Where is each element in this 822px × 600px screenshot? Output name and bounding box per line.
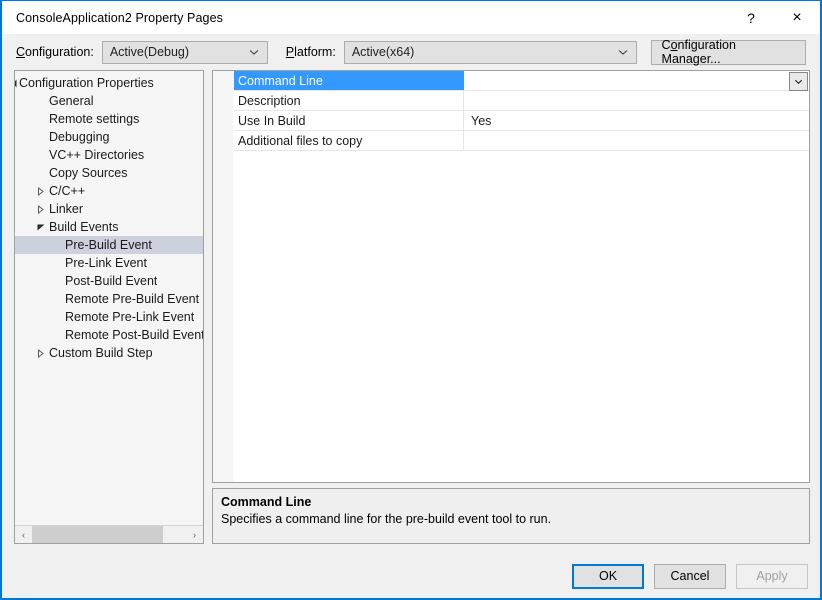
title-bar: ConsoleApplication2 Property Pages ? × (2, 1, 820, 34)
scroll-right-arrow-icon[interactable]: › (186, 526, 203, 543)
tree-item-label: Custom Build Step (49, 346, 153, 360)
tree-item-label: Linker (49, 202, 84, 216)
help-button[interactable]: ? (728, 1, 774, 34)
tree-item-remote-pre-link-event[interactable]: Remote Pre-Link Event (15, 308, 203, 326)
title-bar-buttons: ? × (728, 1, 820, 34)
property-value[interactable]: Yes (464, 111, 809, 130)
chevron-down-icon (794, 79, 803, 85)
chevron-down-icon (618, 47, 628, 57)
property-grid-gutter (213, 71, 234, 482)
property-grid-panel: Command Line Description Use In Build Yes Ad… (212, 70, 810, 483)
tree-item-remote-settings[interactable]: Remote settings (15, 110, 203, 128)
property-value[interactable] (464, 131, 809, 150)
cancel-button[interactable]: Cancel (654, 563, 726, 589)
configuration-bar: Configuration: Active(Debug) Platform: A… (2, 34, 820, 70)
tree-item-label: Copy Sources (49, 166, 128, 180)
property-name[interactable]: Additional files to copy (234, 131, 464, 150)
tree-item-label: VC++ Directories (49, 148, 145, 162)
tree-item-remote-pre-build-event[interactable]: Remote Pre-Build Event (15, 290, 203, 308)
tree-item-pre-link-event[interactable]: Pre-Link Event (15, 254, 203, 272)
expand-arrow-icon[interactable] (33, 204, 49, 214)
tree-item-label: General (49, 94, 94, 108)
dialog-footer: OK Cancel Apply (2, 554, 820, 598)
property-value[interactable] (464, 91, 809, 110)
apply-button[interactable]: Apply (736, 563, 808, 589)
chevron-down-icon (249, 47, 259, 57)
property-row[interactable]: Use In Build Yes (234, 111, 809, 131)
tree-item-linker[interactable]: Linker (15, 200, 203, 218)
tree-item-custom-build-step[interactable]: Custom Build Step (15, 344, 203, 362)
configuration-value: Active(Debug) (109, 45, 190, 59)
tree-item-remote-post-build-event[interactable]: Remote Post-Build Event (15, 326, 203, 344)
property-pages-dialog: ConsoleApplication2 Property Pages ? × C… (0, 0, 822, 600)
property-value[interactable] (464, 71, 809, 90)
configuration-tree-panel: Configuration Properties General Remote se… (14, 70, 204, 544)
property-row[interactable]: Description (234, 91, 809, 111)
configuration-manager-button[interactable]: Configuration Manager... (650, 38, 806, 66)
window-title: ConsoleApplication2 Property Pages (16, 10, 223, 25)
scroll-left-arrow-icon[interactable]: ‹ (15, 526, 32, 543)
expand-arrow-icon[interactable] (33, 348, 49, 358)
expand-arrow-icon[interactable] (33, 186, 49, 196)
dialog-body: Configuration Properties General Remote se… (2, 70, 820, 554)
tree-item-label: Pre-Link Event (65, 256, 147, 270)
description-title: Command Line (221, 495, 312, 509)
property-description-panel: Command Line Specifies a command line fo… (212, 488, 810, 544)
property-row[interactable]: Command Line (234, 71, 809, 91)
platform-value: Active(x64) (351, 45, 415, 59)
tree-horizontal-scrollbar[interactable]: ‹ › (15, 525, 203, 543)
property-name[interactable]: Command Line (234, 71, 464, 90)
tree-item-label: Build Events (49, 220, 119, 234)
tree-item-pre-build-event[interactable]: Pre-Build Event (15, 236, 203, 254)
ok-button[interactable]: OK (572, 563, 644, 589)
tree-item-label: Pre-Build Event (65, 238, 152, 252)
close-button[interactable]: × (774, 1, 820, 34)
tree-item-debugging[interactable]: Debugging (15, 128, 203, 146)
tree-item-label: Post-Build Event (65, 274, 158, 288)
tree-item-c-c[interactable]: C/C++ (15, 182, 203, 200)
scroll-track[interactable] (32, 526, 186, 543)
value-editor-dropdown-button[interactable] (789, 72, 808, 91)
tree-item-label: Debugging (49, 130, 110, 144)
collapse-arrow-icon[interactable] (33, 223, 49, 231)
tree-item-post-build-event[interactable]: Post-Build Event (15, 272, 203, 290)
scroll-thumb[interactable] (32, 526, 163, 543)
description-text: Specifies a command line for the pre-bui… (221, 512, 552, 526)
property-area: Command Line Description Use In Build Yes Ad… (212, 70, 810, 544)
tree-item-vc-directories[interactable]: VC++ Directories (15, 146, 203, 164)
property-name[interactable]: Description (234, 91, 464, 110)
tree-item-general[interactable]: General (15, 92, 203, 110)
tree-item-build-events[interactable]: Build Events (15, 218, 203, 236)
property-grid[interactable]: Command Line Description Use In Build Yes Ad… (234, 71, 809, 482)
property-row[interactable]: Additional files to copy (234, 131, 809, 151)
tree-item-configuration-properties[interactable]: Configuration Properties (15, 74, 203, 92)
tree-item-label: Remote Pre-Link Event (65, 310, 195, 324)
configuration-dropdown[interactable]: Active(Debug) (101, 40, 268, 64)
tree-item-copy-sources[interactable]: Copy Sources (15, 164, 203, 182)
tree-item-label: Remote Pre-Build Event (65, 292, 200, 306)
tree-item-label: Remote settings (49, 112, 140, 126)
property-name[interactable]: Use In Build (234, 111, 464, 130)
tree-item-label: Remote Post-Build Event (65, 328, 203, 342)
configuration-label: Configuration: (16, 45, 94, 59)
platform-dropdown[interactable]: Active(x64) (343, 40, 637, 64)
configuration-tree[interactable]: Configuration Properties General Remote se… (15, 71, 203, 525)
platform-label: Platform: (285, 45, 336, 59)
tree-item-label: C/C++ (49, 184, 86, 198)
tree-item-label: Configuration Properties (19, 76, 154, 90)
